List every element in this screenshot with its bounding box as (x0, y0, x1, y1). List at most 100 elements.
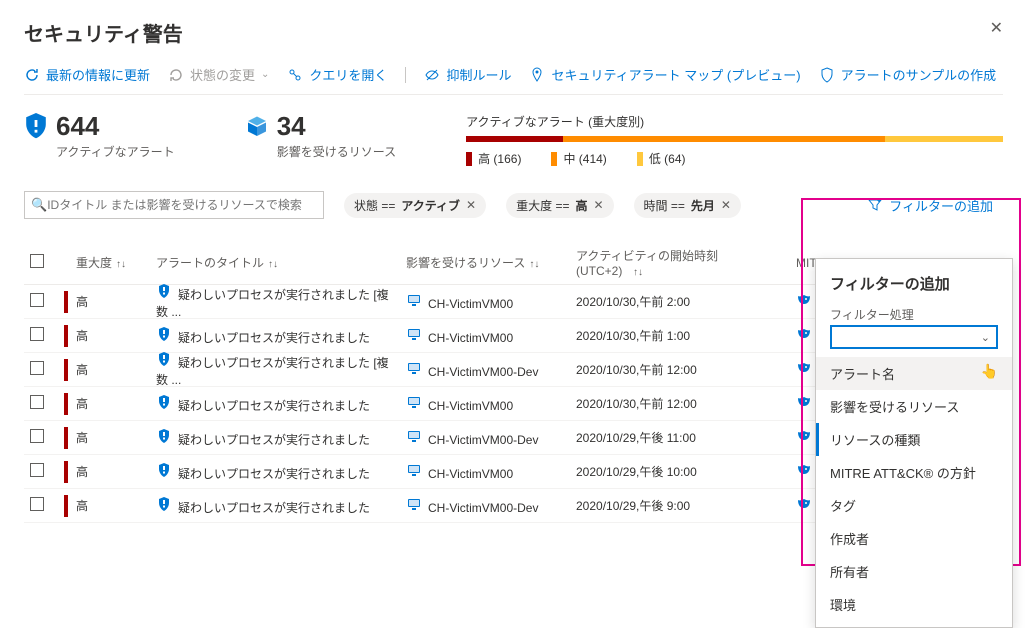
refresh-button[interactable]: 最新の情報に更新 (24, 65, 150, 84)
pin-icon (529, 67, 545, 83)
row-checkbox[interactable] (30, 361, 44, 375)
row-checkbox[interactable] (30, 463, 44, 477)
popup-option[interactable]: 作成者 (816, 522, 1012, 555)
row-resource: CH-VictimVM00 (400, 292, 570, 311)
row-resource: CH-VictimVM00-Dev (400, 496, 570, 515)
col-resource[interactable]: 影響を受けるリソース↑↓ (400, 254, 570, 271)
affected-resources-metric: 34 影響を受けるリソース (245, 113, 396, 160)
suppress-rule-button[interactable]: 抑制ルール (424, 65, 511, 84)
undo-icon (168, 67, 184, 83)
chevron-down-icon: ⌄ (981, 331, 990, 344)
severity-block: アクティブなアラート (重大度別) 高 (166) 中 (414) 低 (64) (466, 113, 1003, 167)
popup-option[interactable]: アラート名👆 (816, 357, 1012, 390)
suppress-rule-label: 抑制ルール (446, 65, 511, 84)
pill-state-remove[interactable]: ✕ (466, 198, 476, 212)
row-title: 疑わしいプロセスが実行されました (150, 462, 400, 482)
row-title: 疑わしいプロセスが実行されました (150, 496, 400, 516)
mitre-icon (796, 428, 812, 444)
row-time: 2020/10/30,午前 12:00 (570, 361, 790, 378)
search-box[interactable]: 🔍 (24, 191, 324, 219)
legend-high-label: 高 (166) (478, 150, 521, 167)
shield-icon (156, 351, 172, 367)
col-severity[interactable]: 重大度↑↓ (70, 254, 150, 271)
row-checkbox[interactable] (30, 429, 44, 443)
search-input[interactable] (47, 198, 317, 212)
filter-pill-severity[interactable]: 重大度 == 高 ✕ (506, 193, 613, 218)
close-button[interactable]: ✕ (990, 18, 1003, 38)
popup-option[interactable]: 影響を受けるリソース (816, 390, 1012, 423)
row-checkbox[interactable] (30, 293, 44, 307)
row-title: 疑わしいプロセスが実行されました (150, 428, 400, 448)
popup-option[interactable]: 環境 (816, 588, 1012, 621)
monitor-icon (406, 360, 422, 376)
pill-state-val: アクティブ (401, 197, 460, 214)
popup-option[interactable]: タグ (816, 489, 1012, 522)
row-title: 疑わしいプロセスが実行されました (150, 394, 400, 414)
row-title: 疑わしいプロセスが実行されました (150, 326, 400, 346)
refresh-label: 最新の情報に更新 (46, 65, 150, 84)
row-checkbox[interactable] (30, 395, 44, 409)
select-all-checkbox[interactable] (30, 254, 44, 268)
col-time[interactable]: アクティビティの開始時刻 (UTC+2) ↑↓ (570, 247, 790, 278)
refresh-icon (24, 67, 40, 83)
legend-low: 低 (64) (637, 150, 686, 167)
monitor-icon (406, 292, 422, 308)
add-filter-popup: フィルターの追加 フィルター処理 ⌄ アラート名👆影響を受けるリソースリソースの… (815, 258, 1013, 628)
popup-field-label: フィルター処理 (816, 306, 1012, 323)
change-state-button: 状態の変更 ⌄ (168, 65, 269, 84)
monitor-icon (406, 326, 422, 342)
row-resource: CH-VictimVM00 (400, 326, 570, 345)
severity-bar-indicator (64, 427, 68, 449)
mitre-icon (796, 496, 812, 512)
popup-select[interactable]: ⌄ (830, 325, 998, 349)
col-title[interactable]: アラートのタイトル↑↓ (150, 254, 400, 271)
row-resource: CH-VictimVM00 (400, 462, 570, 481)
severity-bar-indicator (64, 325, 68, 347)
severity-bar-indicator (64, 291, 68, 313)
add-filter-button[interactable]: フィルターの追加 (857, 192, 1003, 219)
search-icon: 🔍 (31, 197, 47, 213)
shield-icon (156, 394, 172, 410)
query-icon (287, 67, 303, 83)
row-severity: 高 (70, 497, 150, 514)
separator (405, 67, 406, 83)
severity-bar-indicator (64, 359, 68, 381)
row-time: 2020/10/30,午前 1:00 (570, 327, 790, 344)
pill-state-key: 状態 == (354, 197, 395, 214)
row-checkbox[interactable] (30, 327, 44, 341)
row-checkbox[interactable] (30, 497, 44, 511)
severity-bar-indicator (64, 461, 68, 483)
filter-pill-state[interactable]: 状態 == アクティブ ✕ (344, 193, 486, 218)
chevron-down-icon: ⌄ (261, 69, 269, 80)
shield-blue-icon (24, 113, 48, 141)
change-state-label: 状態の変更 (190, 65, 255, 84)
alert-map-button[interactable]: セキュリティアラート マップ (プレビュー) (529, 65, 800, 84)
monitor-icon (406, 428, 422, 444)
row-time: 2020/10/30,午前 12:00 (570, 395, 790, 412)
open-query-button[interactable]: クエリを開く (287, 65, 387, 84)
severity-bar (466, 136, 1003, 142)
severity-bar-low (885, 136, 1003, 142)
popup-title: フィルターの追加 (816, 273, 1012, 306)
mitre-icon (796, 394, 812, 410)
row-severity: 高 (70, 327, 150, 344)
popup-option[interactable]: リソースの種類 (816, 423, 1012, 456)
row-title: 疑わしいプロセスが実行されました [複数 ... (150, 351, 400, 388)
severity-legend: 高 (166) 中 (414) 低 (64) (466, 150, 1003, 167)
popup-option[interactable]: MITRE ATT&CK® の方針 (816, 456, 1012, 489)
mitre-icon (796, 360, 812, 376)
pill-sev-remove[interactable]: ✕ (593, 198, 603, 212)
cube-icon (245, 113, 269, 141)
filter-pill-time[interactable]: 時間 == 先月 ✕ (634, 193, 741, 218)
create-sample-label: アラートのサンプルの作成 (841, 65, 997, 84)
pill-sev-val: 高 (575, 197, 587, 214)
eye-off-icon (424, 67, 440, 83)
toolbar: 最新の情報に更新 状態の変更 ⌄ クエリを開く 抑制ルール セキュリティアラート… (24, 65, 1003, 95)
monitor-icon (406, 394, 422, 410)
legend-med: 中 (414) (551, 150, 606, 167)
pill-time-remove[interactable]: ✕ (721, 198, 731, 212)
filter-add-icon (867, 197, 883, 213)
create-sample-button[interactable]: アラートのサンプルの作成 (819, 65, 997, 84)
row-severity: 高 (70, 395, 150, 412)
severity-bar-med (563, 136, 885, 142)
